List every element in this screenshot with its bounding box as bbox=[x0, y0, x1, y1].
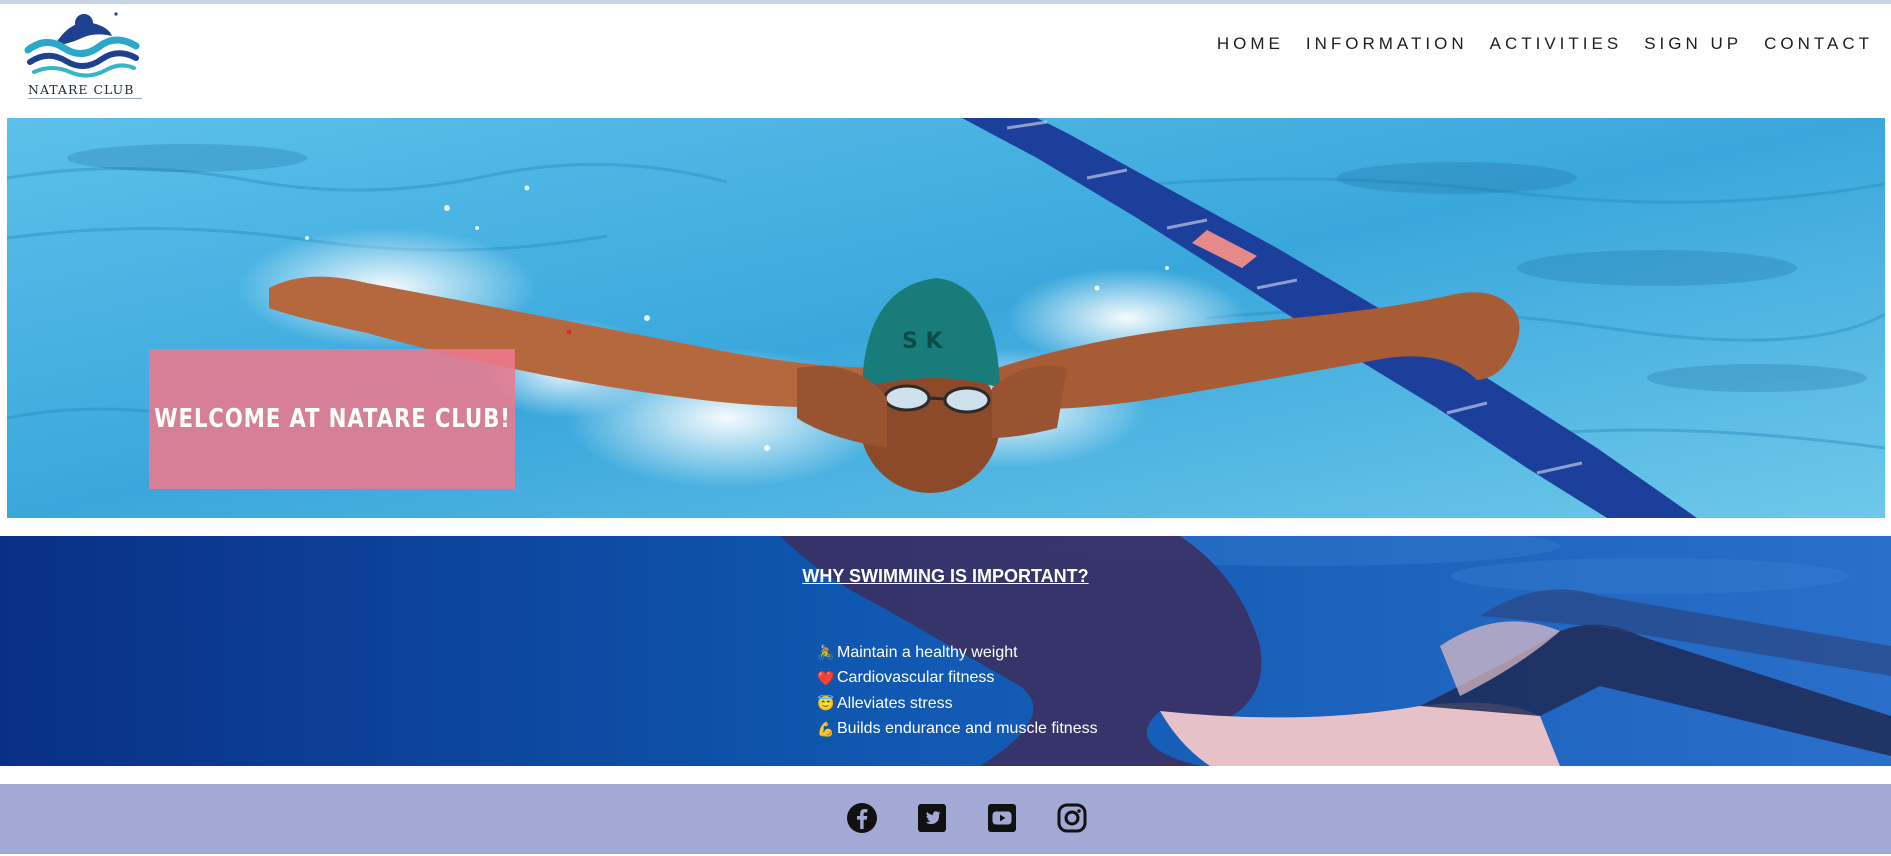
benefit-text: Cardiovascular fitness bbox=[837, 669, 995, 687]
instagram-icon[interactable] bbox=[1056, 802, 1088, 834]
nav-sign-up[interactable]: SIGN UP bbox=[1622, 34, 1742, 54]
cyclist-icon: 🚴 bbox=[817, 644, 835, 661]
nav-contact[interactable]: CONTACT bbox=[1742, 34, 1873, 54]
facebook-icon[interactable] bbox=[846, 802, 878, 834]
heart-icon: ❤️ bbox=[817, 669, 835, 686]
twitter-icon[interactable] bbox=[916, 802, 948, 834]
youtube-icon[interactable] bbox=[986, 802, 1018, 834]
benefit-item: 🚴 Maintain a healthy weight bbox=[817, 640, 1098, 666]
flexed-biceps-icon: 💪 bbox=[817, 720, 835, 737]
club-logo[interactable]: NATARE CLUB bbox=[24, 6, 144, 102]
welcome-heading: WELCOME AT NATARE CLUB! bbox=[153, 404, 511, 434]
smiling-face-icon: 😇 bbox=[817, 695, 835, 712]
welcome-banner: WELCOME AT NATARE CLUB! bbox=[149, 349, 515, 489]
benefit-text: Maintain a healthy weight bbox=[837, 643, 1018, 661]
benefit-item: 💪 Builds endurance and muscle fitness bbox=[817, 717, 1098, 743]
benefit-text: Alleviates stress bbox=[837, 694, 953, 712]
why-swimming-section: WHY SWIMMING IS IMPORTANT? 🚴 Maintain a … bbox=[0, 536, 1891, 766]
hero-banner: S K WELCOME AT NATARE CLUB! bbox=[7, 118, 1885, 518]
nav-information[interactable]: INFORMATION bbox=[1284, 34, 1468, 54]
logo-underline bbox=[28, 98, 142, 99]
swimmer-logo-icon bbox=[24, 12, 140, 78]
logo-text: NATARE CLUB bbox=[28, 82, 135, 97]
nav-activities[interactable]: ACTIVITIES bbox=[1468, 34, 1623, 54]
benefits-list: 🚴 Maintain a healthy weight ❤️ Cardiovas… bbox=[817, 640, 1098, 742]
site-footer bbox=[0, 784, 1891, 854]
site-header: NATARE CLUB HOME INFORMATION ACTIVITIES … bbox=[0, 4, 1891, 118]
benefit-text: Builds endurance and muscle fitness bbox=[837, 720, 1098, 738]
cap-text: S K bbox=[902, 329, 944, 354]
benefit-item: 😇 Alleviates stress bbox=[817, 691, 1098, 717]
main-nav: HOME INFORMATION ACTIVITIES SIGN UP CONT… bbox=[1195, 34, 1873, 54]
why-swimming-title: WHY SWIMMING IS IMPORTANT? bbox=[802, 566, 1089, 586]
nav-home[interactable]: HOME bbox=[1195, 34, 1284, 54]
benefit-item: ❤️ Cardiovascular fitness bbox=[817, 666, 1098, 692]
social-links bbox=[846, 802, 1088, 834]
